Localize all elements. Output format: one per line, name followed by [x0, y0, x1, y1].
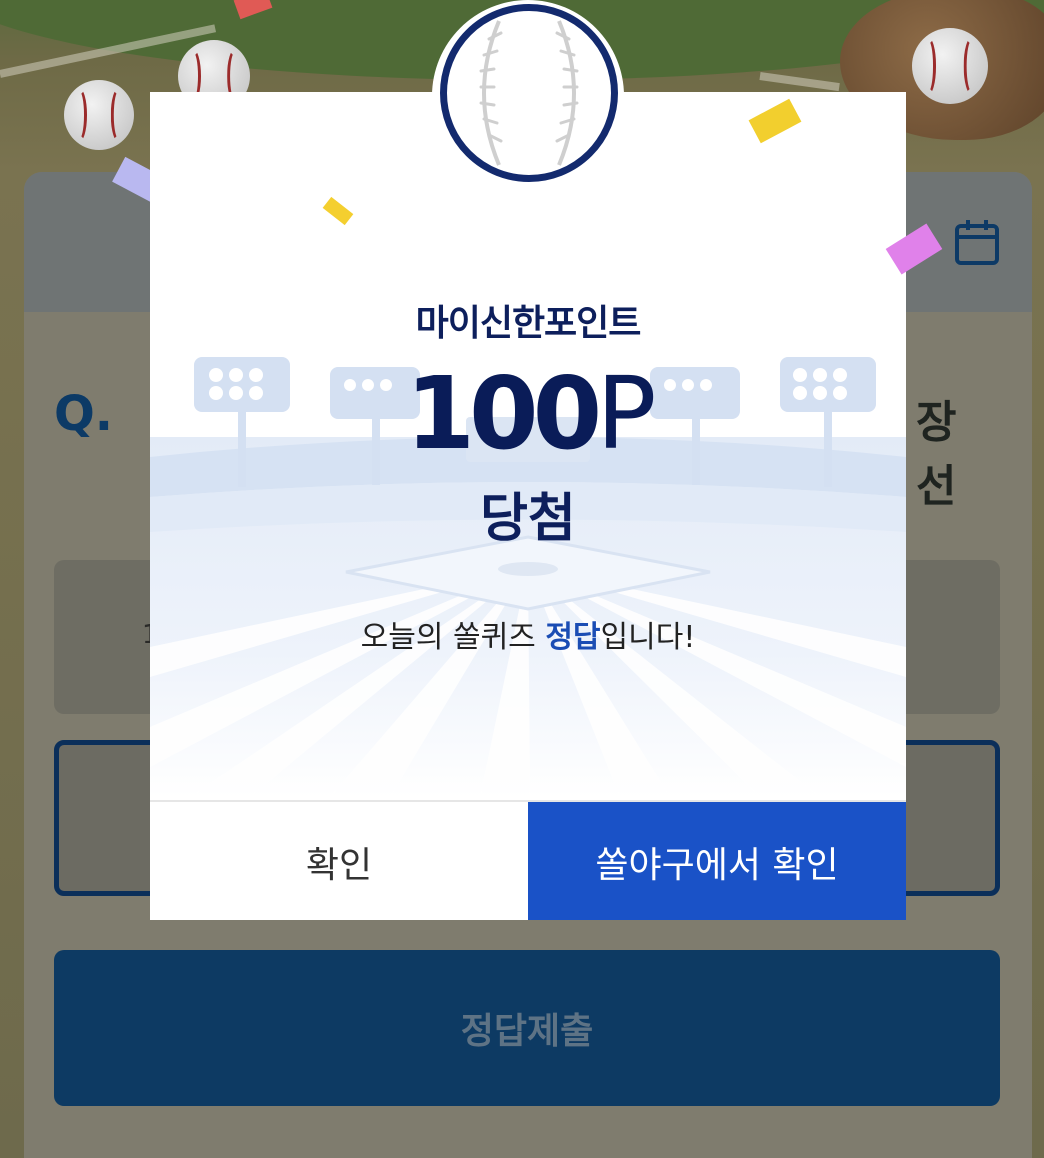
- reward-amount-number: 100: [405, 355, 602, 472]
- confirm-button[interactable]: 확인: [150, 802, 528, 920]
- go-to-sol-baseball-button[interactable]: 쏠야구에서 확인: [528, 802, 906, 920]
- question-prefix: Q.: [54, 386, 114, 442]
- win-label: 당첨: [480, 489, 576, 549]
- baseball-badge: [432, 0, 624, 192]
- result-message-highlight: 정답: [545, 620, 601, 655]
- field-line: [759, 72, 840, 92]
- baseball-decoration: [912, 28, 988, 104]
- result-message-text: 오늘의 쏠퀴즈: [360, 620, 546, 655]
- reward-brand: 마이신한포인트: [415, 303, 642, 344]
- submit-answer-label: 정답제출: [460, 1011, 594, 1052]
- submit-answer-button[interactable]: 정답제출: [54, 950, 1000, 1106]
- result-message-text: 입니다!: [600, 620, 696, 655]
- calendar-icon[interactable]: [954, 218, 1000, 266]
- question-text: 장 선: [916, 397, 957, 512]
- reward-amount-unit: P: [596, 355, 656, 472]
- reward-content: 마이신한포인트 100P 당첨 오늘의 쏠퀴즈 정답입니다!: [150, 92, 906, 802]
- baseball-icon: [440, 4, 618, 182]
- reward-amount: 100P: [150, 354, 906, 474]
- result-message: 오늘의 쏠퀴즈 정답입니다!: [150, 612, 906, 656]
- baseball-decoration: [64, 80, 134, 150]
- modal-button-bar: 확인 쏠야구에서 확인: [150, 800, 906, 920]
- reward-modal: 마이신한포인트 100P 당첨 오늘의 쏠퀴즈 정답입니다! 확인 쏠야구에서 …: [150, 92, 906, 920]
